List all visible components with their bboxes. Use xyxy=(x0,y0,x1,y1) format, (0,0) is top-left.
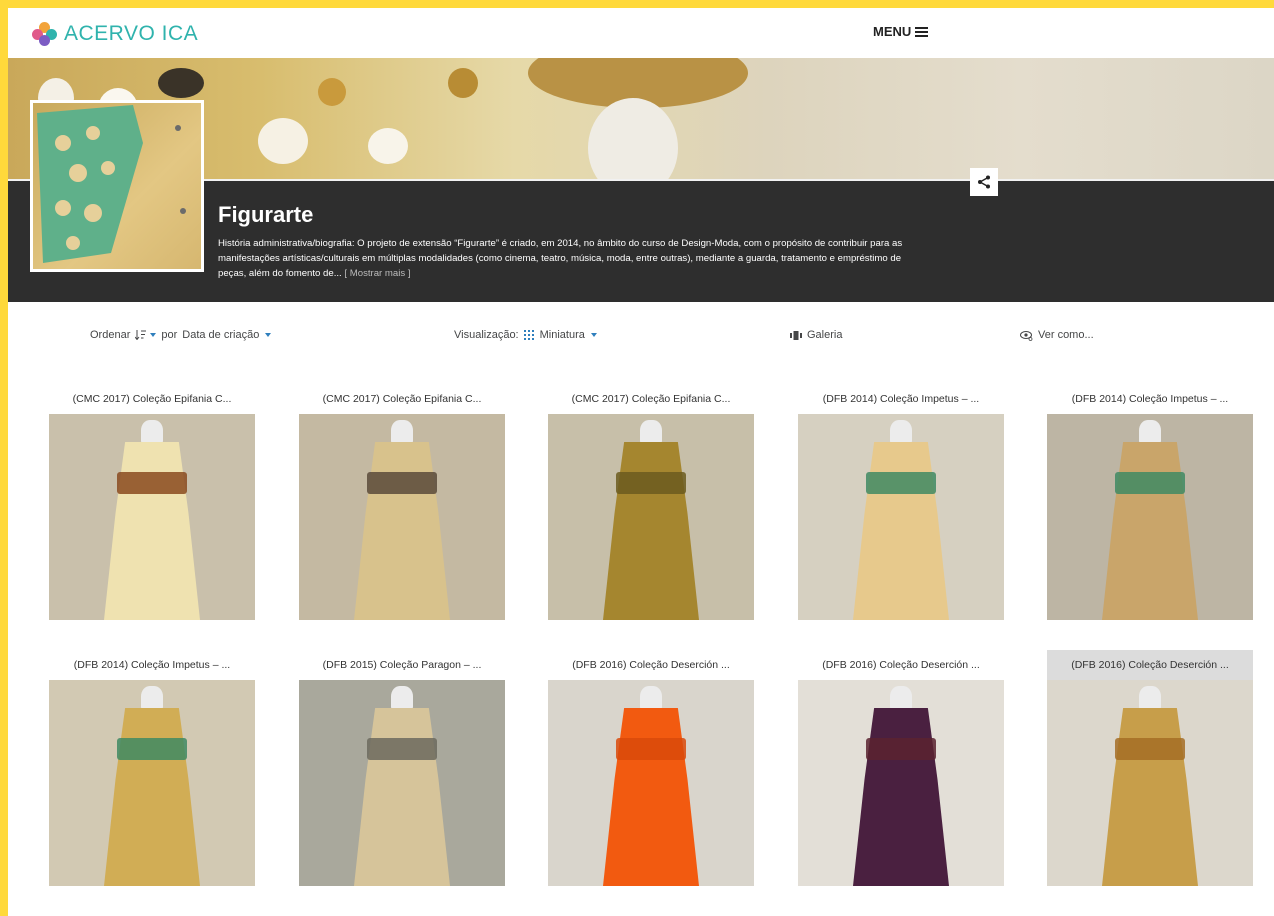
item-title[interactable]: (DFB 2016) Coleção Deserción ... xyxy=(1047,650,1253,680)
garment-detail xyxy=(117,472,187,494)
thumbnail-art xyxy=(37,105,186,263)
collection-title: Figurarte xyxy=(218,202,314,227)
item-title[interactable]: (CMC 2017) Coleção Epifania C... xyxy=(49,384,255,414)
item-thumbnail[interactable] xyxy=(299,414,505,620)
item-thumbnail[interactable] xyxy=(798,680,1004,886)
top-bar: ACERVO ICA MENU xyxy=(8,8,1274,58)
item-title[interactable]: (DFB 2014) Coleção Impetus – ... xyxy=(49,650,255,680)
view-mode-dropdown[interactable]: Miniatura xyxy=(523,329,597,341)
item-thumbnail[interactable] xyxy=(1047,680,1253,886)
menu-label: MENU xyxy=(873,24,912,39)
item-thumbnail[interactable] xyxy=(299,680,505,886)
order-label: Ordenar xyxy=(90,329,131,341)
chevron-down-icon xyxy=(265,333,272,337)
gallery-item[interactable]: (DFB 2016) Coleção Deserción ... xyxy=(1047,650,1253,886)
item-thumbnail[interactable] xyxy=(49,680,255,886)
garment-detail xyxy=(1115,472,1185,494)
garment-detail xyxy=(616,472,686,494)
menu-button[interactable]: MENU xyxy=(873,24,929,39)
garment-shape xyxy=(853,708,949,886)
sort-direction-button[interactable] xyxy=(135,330,157,340)
item-thumbnail[interactable] xyxy=(1047,414,1253,620)
gallery-label: Galeria xyxy=(807,329,843,341)
view-mode-control: Visualização: Miniatura xyxy=(454,329,597,341)
garment-shape xyxy=(853,442,949,620)
view-label: Visualização: xyxy=(454,329,519,341)
garment-detail xyxy=(616,738,686,760)
collection-thumbnail xyxy=(30,100,204,272)
gallery-item[interactable]: (CMC 2017) Coleção Epifania C... xyxy=(49,384,255,620)
gallery-item[interactable]: (DFB 2016) Coleção Deserción ... xyxy=(798,650,1004,886)
sort-field-dropdown[interactable]: Data de criação xyxy=(182,329,272,341)
garment-shape xyxy=(104,708,200,886)
view-as-button[interactable]: Ver como... xyxy=(1020,329,1094,341)
item-thumbnail[interactable] xyxy=(49,414,255,620)
gallery-item[interactable]: (DFB 2015) Coleção Paragon – ... xyxy=(299,650,505,886)
view-as-label: Ver como... xyxy=(1038,329,1094,341)
item-title[interactable]: (DFB 2014) Coleção Impetus – ... xyxy=(1047,384,1253,414)
item-thumbnail[interactable] xyxy=(548,680,754,886)
garment-shape xyxy=(1102,708,1198,886)
garment-shape xyxy=(354,442,450,620)
garment-detail xyxy=(866,472,936,494)
description-text: História administrativa/biografia: O pro… xyxy=(218,238,903,279)
view-as-icon xyxy=(1020,330,1033,341)
collection-description: História administrativa/biografia: O pro… xyxy=(218,236,918,281)
share-icon xyxy=(978,175,990,189)
item-thumbnail[interactable] xyxy=(798,414,1004,620)
item-title[interactable]: (DFB 2015) Coleção Paragon – ... xyxy=(299,650,505,680)
show-more-link[interactable]: [ Mostrar mais ] xyxy=(344,268,410,279)
gallery-button[interactable]: Galeria xyxy=(790,329,842,341)
garment-shape xyxy=(603,708,699,886)
garment-detail xyxy=(117,738,187,760)
chevron-down-icon xyxy=(590,333,597,337)
item-title[interactable]: (DFB 2016) Coleção Deserción ... xyxy=(548,650,754,680)
logo-icon xyxy=(32,22,58,46)
site-logo[interactable]: ACERVO ICA xyxy=(32,22,198,46)
page: ACERVO ICA MENU Figurarte História admin… xyxy=(8,8,1274,916)
gallery-item[interactable]: (DFB 2014) Coleção Impetus – ... xyxy=(1047,384,1253,620)
sort-control: Ordenar por Data de criação xyxy=(90,329,272,341)
sort-field-value: Data de criação xyxy=(182,329,260,341)
garment-shape xyxy=(603,442,699,620)
item-title[interactable]: (DFB 2016) Coleção Deserción ... xyxy=(798,650,1004,680)
view-toolbar: Ordenar por Data de criação Visualização… xyxy=(8,326,1274,346)
gallery-item[interactable]: (DFB 2016) Coleção Deserción ... xyxy=(548,650,754,886)
garment-detail xyxy=(367,738,437,760)
garment-detail xyxy=(367,472,437,494)
garment-shape xyxy=(104,442,200,620)
share-button[interactable] xyxy=(970,168,998,196)
garment-shape xyxy=(1102,442,1198,620)
chevron-down-icon xyxy=(150,333,157,337)
gallery-item[interactable]: (CMC 2017) Coleção Epifania C... xyxy=(548,384,754,620)
item-title[interactable]: (CMC 2017) Coleção Epifania C... xyxy=(299,384,505,414)
garment-shape xyxy=(354,708,450,886)
gallery-item[interactable]: (DFB 2014) Coleção Impetus – ... xyxy=(798,384,1004,620)
hamburger-icon xyxy=(915,26,929,37)
gallery-item[interactable]: (DFB 2014) Coleção Impetus – ... xyxy=(49,650,255,886)
garment-detail xyxy=(866,738,936,760)
sort-order-icon xyxy=(135,330,147,340)
gallery-icon xyxy=(790,330,802,340)
item-thumbnail[interactable] xyxy=(548,414,754,620)
logo-text: ACERVO ICA xyxy=(64,22,199,45)
item-title[interactable]: (DFB 2014) Coleção Impetus – ... xyxy=(798,384,1004,414)
by-label: por xyxy=(161,329,178,341)
item-title[interactable]: (CMC 2017) Coleção Epifania C... xyxy=(548,384,754,414)
view-mode-value: Miniatura xyxy=(539,329,585,341)
grid-icon xyxy=(523,330,534,340)
garment-detail xyxy=(1115,738,1185,760)
gallery-item[interactable]: (CMC 2017) Coleção Epifania C... xyxy=(299,384,505,620)
